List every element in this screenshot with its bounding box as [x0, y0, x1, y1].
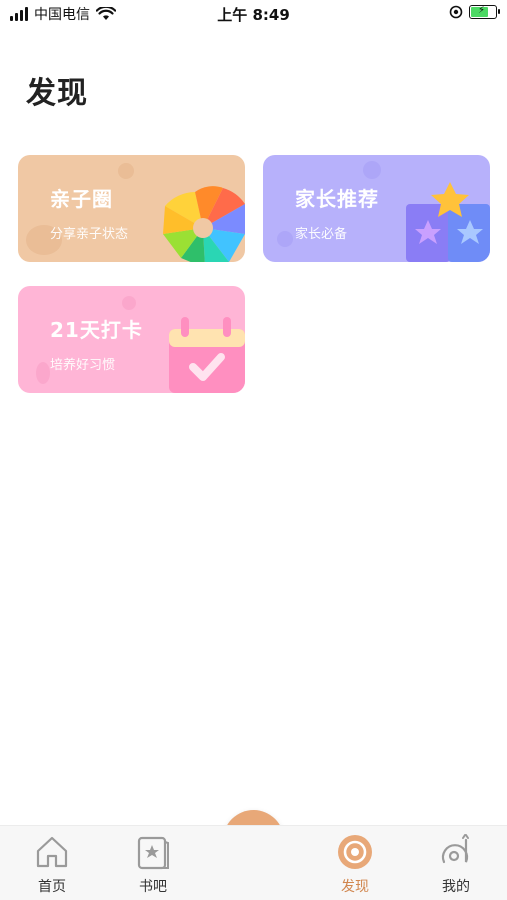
- tab-books[interactable]: 书吧: [113, 832, 193, 896]
- status-right: ⚡: [449, 5, 500, 19]
- calendar-check-icon: [169, 317, 245, 393]
- page-title: 发现: [26, 76, 88, 111]
- card-subtitle: 家长必备: [295, 227, 348, 242]
- decor-blob: [36, 362, 50, 384]
- status-time: 上午 8:49: [217, 6, 290, 24]
- decor-blob: [122, 296, 136, 310]
- heart-pinwheel-icon: [163, 186, 245, 262]
- decor-blob: [363, 161, 381, 179]
- decor-blob: [118, 163, 134, 179]
- card-title: 家长推荐: [295, 187, 379, 211]
- decor-blob: [277, 231, 293, 247]
- card-21-day-checkin[interactable]: 21天打卡 培养好习惯: [18, 286, 245, 393]
- tab-bar: 首页 书吧 发现 我的: [0, 825, 507, 900]
- battery-icon: ⚡: [469, 5, 500, 19]
- discover-icon: [338, 835, 372, 869]
- card-subtitle: 培养好习惯: [50, 358, 116, 373]
- card-title: 亲子圈: [50, 187, 113, 211]
- tab-label: 发现: [341, 879, 369, 895]
- tab-home[interactable]: 首页: [12, 832, 92, 896]
- card-parent-recommend[interactable]: 家长推荐 家长必备: [263, 155, 490, 262]
- tab-mine[interactable]: 我的: [416, 832, 496, 896]
- tab-label: 书吧: [139, 879, 167, 895]
- tab-label: 我的: [442, 879, 470, 895]
- card-parent-circle[interactable]: 亲子圈 分享亲子状态: [18, 155, 245, 262]
- status-bar: 中国电信 上午 8:49 ⚡: [0, 0, 507, 28]
- tab-discover[interactable]: 发现: [315, 832, 395, 896]
- card-title: 21天打卡: [50, 318, 143, 342]
- tab-label: 首页: [38, 879, 66, 895]
- star-blocks-icon: [406, 182, 490, 262]
- card-subtitle: 分享亲子状态: [50, 227, 129, 242]
- home-icon: [36, 836, 68, 868]
- orientation-lock-icon: [449, 5, 463, 19]
- book-star-icon: [137, 836, 169, 870]
- profile-icon: [441, 834, 469, 864]
